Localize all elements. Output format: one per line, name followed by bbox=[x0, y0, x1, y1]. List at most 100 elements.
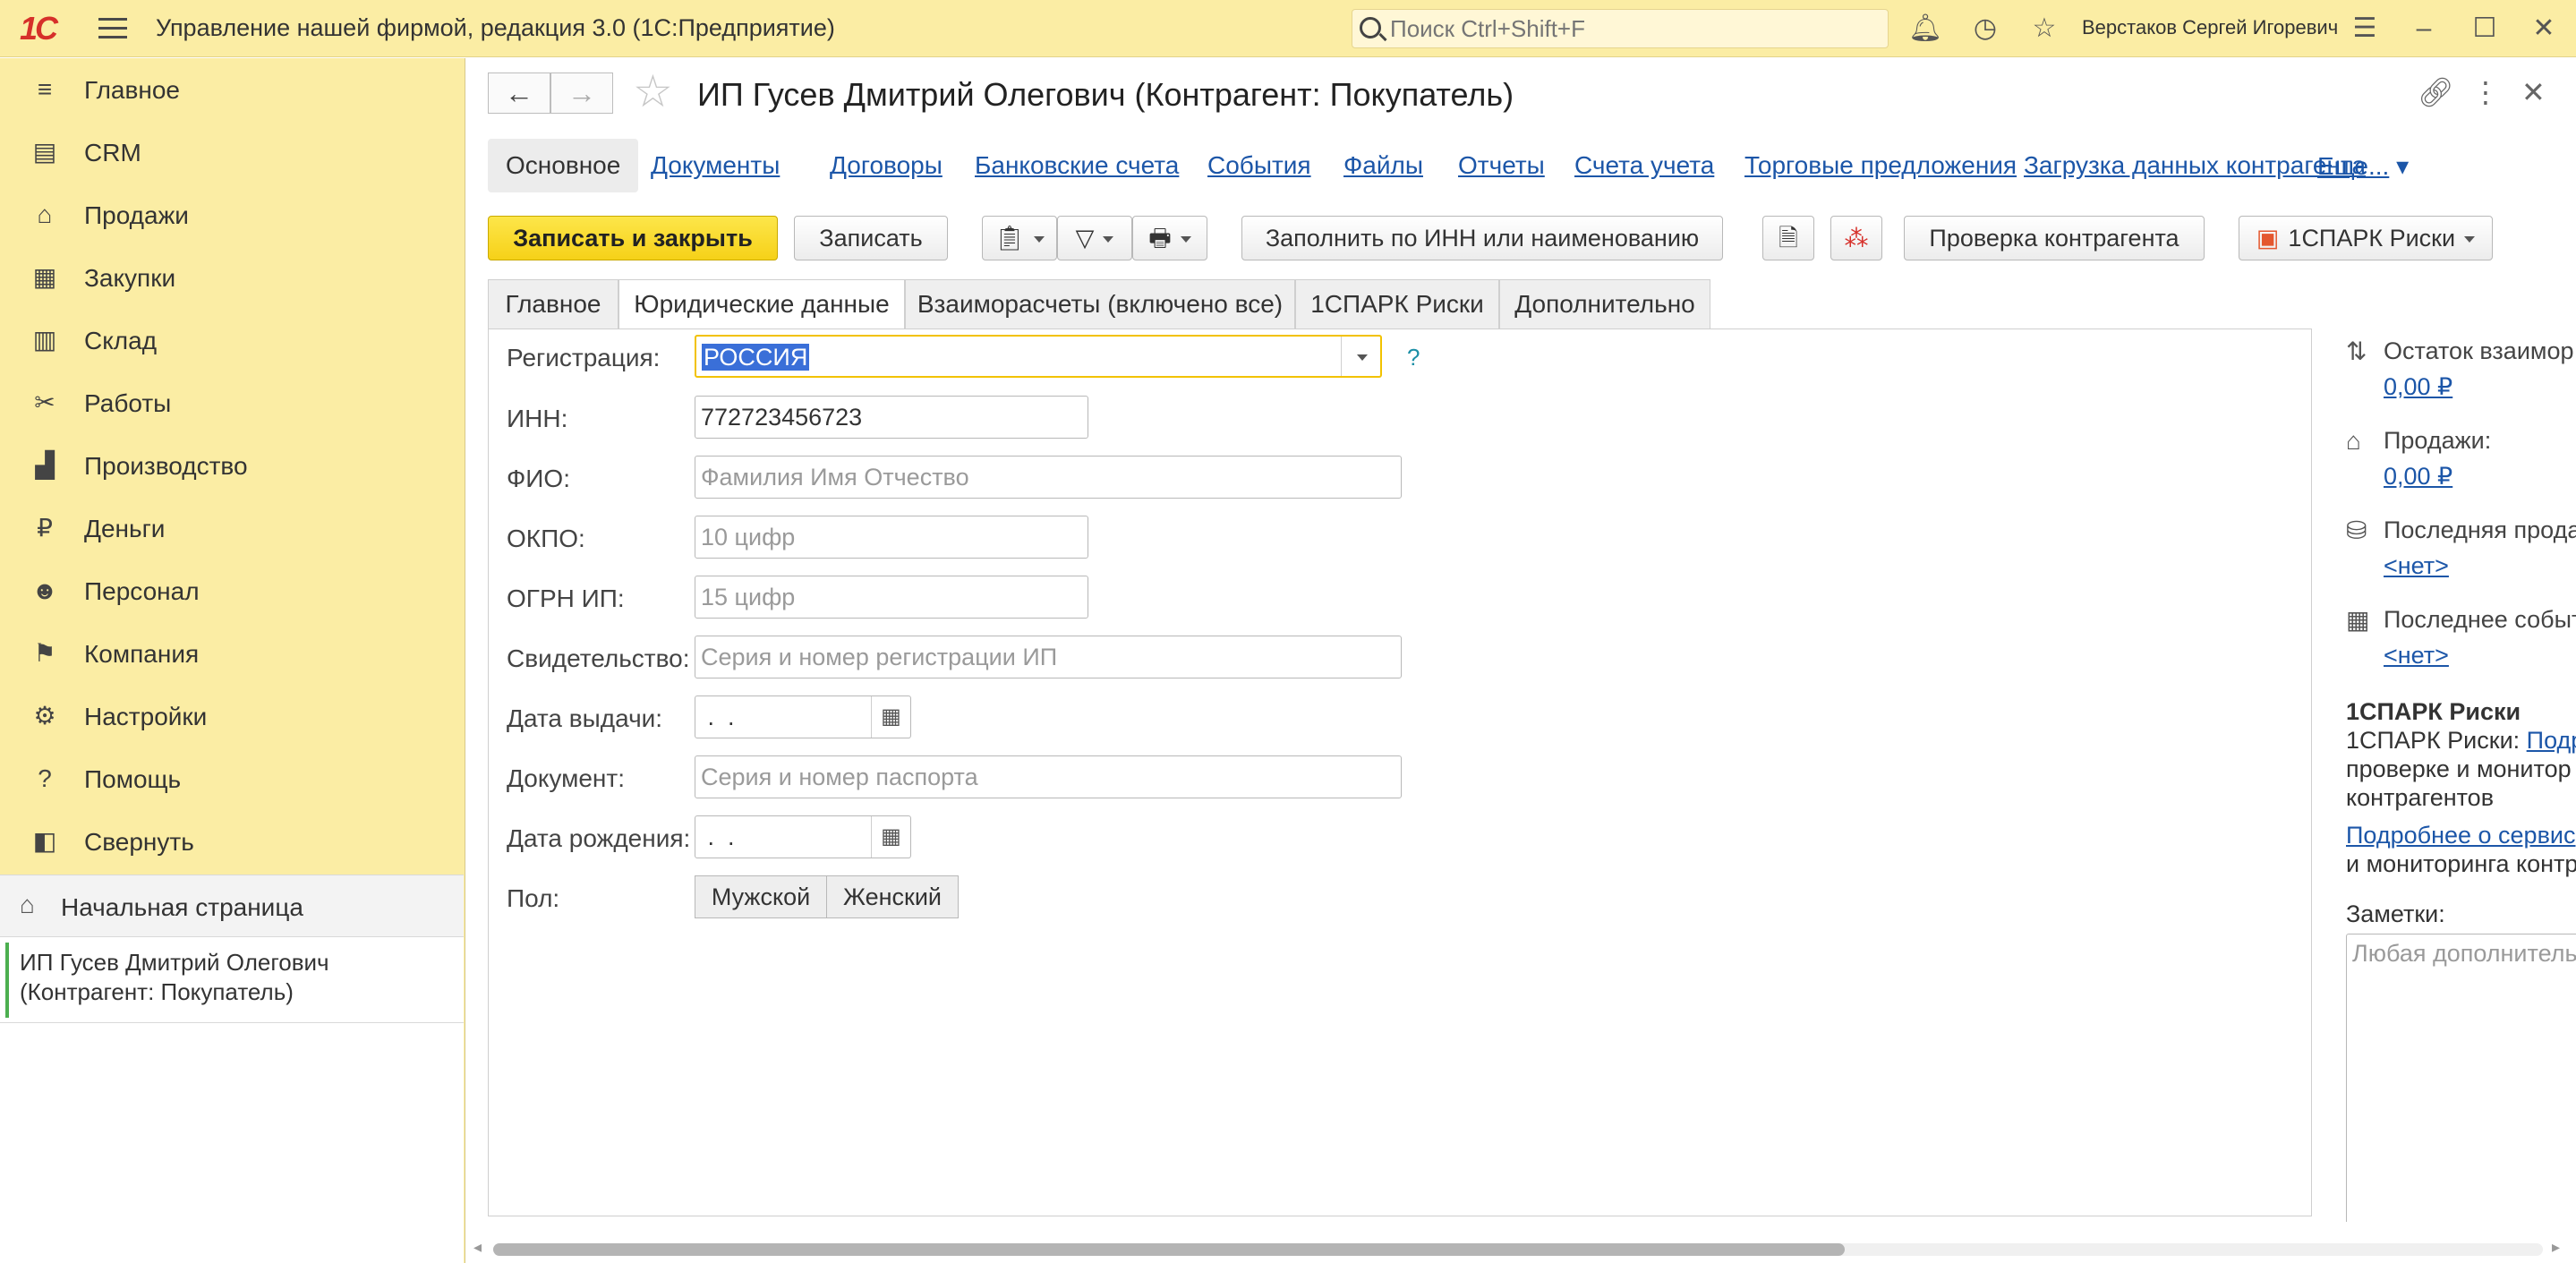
sidebar-item-purchases[interactable]: ▦ Закупки bbox=[0, 246, 464, 309]
last-event-link[interactable]: <нет> bbox=[2384, 642, 2449, 670]
settings-lines-icon[interactable]: ☰ bbox=[2349, 13, 2381, 45]
sidebar-item-warehouse[interactable]: ▥ Склад bbox=[0, 309, 464, 371]
nav-accounts[interactable]: Счета учета bbox=[1574, 151, 1714, 180]
nav-trade-offers[interactable]: Торговые предложения bbox=[1744, 151, 2017, 180]
nav-contracts[interactable]: Договоры bbox=[830, 151, 943, 180]
dropdown-arrow-icon[interactable] bbox=[1341, 337, 1380, 376]
info-panel: ⇅ Остаток взаимор 0,00 ₽ ⌂ Продажи: 0,00… bbox=[2346, 273, 2576, 1222]
notes-textarea[interactable]: Любая дополнитель bbox=[2346, 934, 2576, 1222]
search-input[interactable] bbox=[1390, 13, 1873, 44]
gender-male-button[interactable]: Мужской bbox=[695, 875, 827, 918]
tab-additional[interactable]: Дополнительно bbox=[1499, 279, 1710, 329]
tools-icon: ✂ bbox=[34, 388, 55, 416]
maximize-icon[interactable]: ☐ bbox=[2469, 13, 2501, 45]
balance-arrows-icon: ⇅ bbox=[2346, 337, 2367, 365]
inn-input[interactable]: 772723456723 bbox=[695, 396, 1088, 439]
print-button[interactable]: 🖶 bbox=[1132, 216, 1207, 260]
filter-icon: ▽ bbox=[1075, 225, 1095, 252]
user-name[interactable]: Верстаков Сергей Игоревич bbox=[2082, 16, 2338, 39]
sidebar-item-sales[interactable]: ⌂ Продажи bbox=[0, 183, 464, 246]
create-based-on-button[interactable]: 📋︎ bbox=[982, 216, 1057, 260]
collapse-panel-icon: ◧ bbox=[32, 827, 57, 855]
cart-icon: ▦ bbox=[32, 263, 57, 291]
link-icon[interactable]: 🔗︎ bbox=[2418, 76, 2454, 108]
scroll-thumb[interactable] bbox=[493, 1243, 1845, 1256]
star-icon[interactable]: ☆ bbox=[2028, 13, 2060, 45]
birth-date-input[interactable]: . . ▦ bbox=[695, 815, 911, 858]
open-window-tab[interactable]: ИП Гусев Дмитрий Олегович (Контрагент: П… bbox=[0, 937, 464, 1023]
tab-spark-risks[interactable]: 1СПАРК Риски bbox=[1295, 279, 1499, 329]
forward-button[interactable]: → bbox=[550, 73, 613, 114]
export-document-button[interactable]: 🗎 bbox=[1762, 216, 1814, 260]
sidebar-item-personnel[interactable]: ☻ Персонал bbox=[0, 559, 464, 622]
nav-documents[interactable]: Документы bbox=[651, 151, 780, 180]
spark-details-link[interactable]: Подр bbox=[2527, 727, 2576, 754]
tab-main[interactable]: Главное bbox=[488, 279, 618, 329]
scroll-left-icon[interactable]: ◂ bbox=[473, 1238, 482, 1257]
sidebar-item-company[interactable]: ⚑ Компания bbox=[0, 622, 464, 685]
ogrn-label: ОГРН ИП: bbox=[507, 585, 625, 612]
more-actions-icon[interactable]: ⋮ bbox=[2471, 76, 2500, 108]
nav-reports[interactable]: Отчеты bbox=[1458, 151, 1545, 180]
sidebar-item-crm[interactable]: ▤ CRM bbox=[0, 121, 464, 183]
nav-load-counterparty-data[interactable]: Загрузка данных контрагента bbox=[2024, 151, 2366, 180]
help-icon: ? bbox=[38, 764, 52, 792]
calendar-icon[interactable]: ▦ bbox=[871, 816, 910, 858]
sidebar-item-help[interactable]: ? Помощь bbox=[0, 747, 464, 810]
save-button[interactable]: Записать bbox=[794, 216, 948, 260]
fill-by-inn-button[interactable]: Заполнить по ИНН или наименованию bbox=[1241, 216, 1723, 260]
calendar-icon[interactable]: ▦ bbox=[871, 696, 910, 738]
sidebar-item-main[interactable]: ≡ Главное bbox=[0, 58, 464, 121]
sidebar-item-production[interactable]: ▟ Производство bbox=[0, 434, 464, 497]
spark-dots-button[interactable]: ⁂ bbox=[1830, 216, 1882, 260]
active-indicator bbox=[5, 943, 9, 1018]
sidebar-item-works[interactable]: ✂ Работы bbox=[0, 371, 464, 434]
filter-button[interactable]: ▽ bbox=[1057, 216, 1132, 260]
sales-value-link[interactable]: 0,00 ₽ bbox=[2384, 463, 2452, 491]
scroll-right-icon[interactable]: ▸ bbox=[2552, 1238, 2560, 1257]
basket-icon: ⌂ bbox=[2346, 427, 2361, 455]
sidebar-item-label: Закупки bbox=[84, 264, 176, 292]
title-bar: 1С Управление нашей фирмой, редакция 3.0… bbox=[0, 0, 2576, 57]
1c-logo[interactable]: 1С bbox=[20, 11, 82, 47]
okpo-input[interactable]: 10 цифр bbox=[695, 516, 1088, 559]
horizontal-scrollbar[interactable]: ◂ ▸ bbox=[466, 1234, 2576, 1263]
check-counterparty-button[interactable]: Проверка контрагента bbox=[1904, 216, 2205, 260]
home-page-tab[interactable]: ⌂ Начальная страница bbox=[0, 875, 464, 937]
legal-data-form: Регистрация: РОССИЯ ? ИНН: 772723456723 … bbox=[488, 329, 2312, 1216]
document-input[interactable]: Серия и номер паспорта bbox=[695, 755, 1402, 798]
nav-more[interactable]: Еще... ▾ bbox=[2317, 151, 2409, 181]
fio-input[interactable]: Фамилия Имя Отчество bbox=[695, 456, 1402, 499]
bell-icon[interactable]: 🔔︎ bbox=[1908, 13, 1942, 45]
close-icon[interactable]: ✕ bbox=[2528, 13, 2560, 45]
favorite-star-icon[interactable]: ☆ bbox=[633, 69, 673, 114]
help-link[interactable]: ? bbox=[1407, 344, 1420, 371]
close-form-icon[interactable]: ✕ bbox=[2521, 76, 2546, 108]
history-icon[interactable]: ◷ bbox=[1969, 13, 2001, 45]
balance-value-link[interactable]: 0,00 ₽ bbox=[2384, 373, 2452, 401]
command-bar: Записать и закрыть Записать 📋︎ ▽ 🖶 Запол… bbox=[488, 216, 2546, 262]
nav-events[interactable]: События bbox=[1207, 151, 1311, 180]
gender-female-button[interactable]: Женский bbox=[826, 875, 959, 918]
minimize-icon[interactable]: – bbox=[2408, 13, 2440, 45]
nav-files[interactable]: Файлы bbox=[1343, 151, 1423, 180]
spark-risks-button[interactable]: ▣ 1СПАРК Риски bbox=[2239, 216, 2493, 260]
main-menu-icon[interactable] bbox=[98, 18, 127, 39]
tab-settlements[interactable]: Взаиморасчеты (включено все) bbox=[905, 279, 1295, 329]
registration-select[interactable]: РОССИЯ bbox=[695, 335, 1382, 378]
sidebar-item-collapse[interactable]: ◧ Свернуть bbox=[0, 810, 464, 873]
back-button[interactable]: ← bbox=[488, 73, 550, 114]
tab-legal-data[interactable]: Юридические данные bbox=[618, 279, 905, 329]
nav-bank-accounts[interactable]: Банковские счета bbox=[975, 151, 1179, 180]
last-sale-link[interactable]: <нет> bbox=[2384, 552, 2449, 580]
spark-more-link[interactable]: Подробнее о сервис bbox=[2346, 822, 2576, 849]
sales-label: Продажи: bbox=[2384, 427, 2492, 454]
ogrn-input[interactable]: 15 цифр bbox=[695, 576, 1088, 619]
issue-date-input[interactable]: . . ▦ bbox=[695, 696, 911, 738]
certificate-input[interactable]: Серия и номер регистрации ИП bbox=[695, 636, 1402, 678]
sidebar-item-money[interactable]: ₽ Деньги bbox=[0, 497, 464, 559]
sidebar-item-settings[interactable]: ⚙ Настройки bbox=[0, 685, 464, 747]
nav-main[interactable]: Основное bbox=[488, 139, 639, 192]
save-and-close-button[interactable]: Записать и закрыть bbox=[488, 216, 778, 260]
search-box[interactable] bbox=[1352, 9, 1889, 48]
